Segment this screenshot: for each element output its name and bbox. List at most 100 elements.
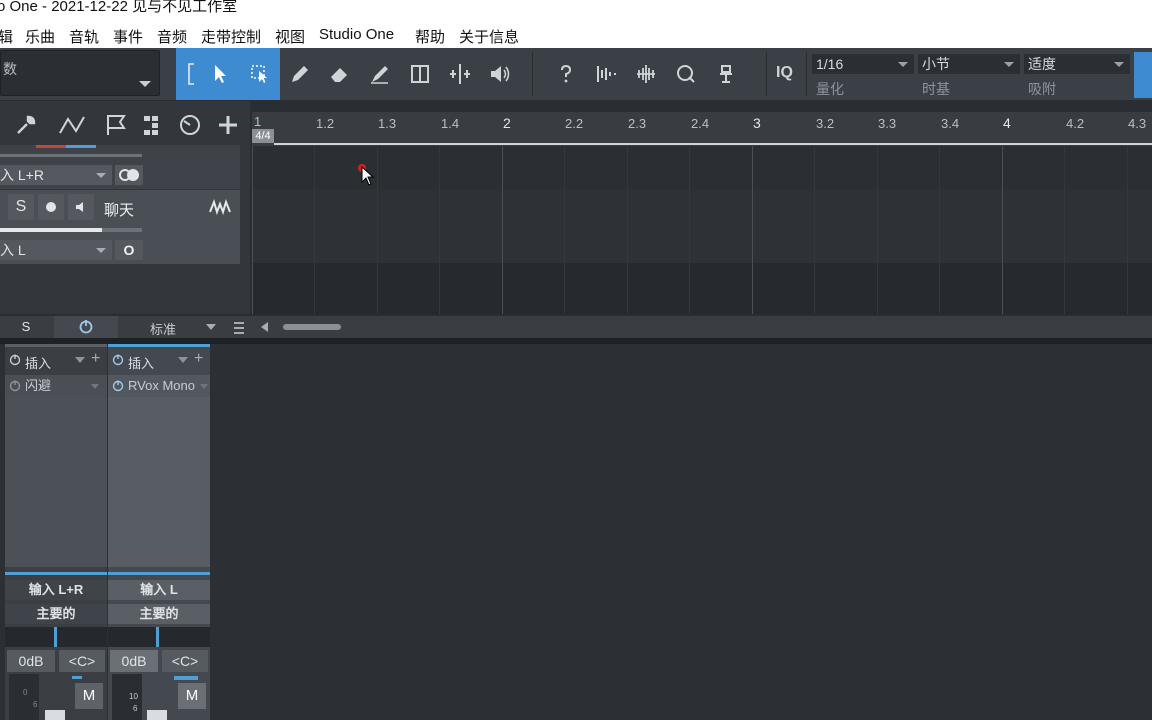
wrench-icon[interactable] <box>14 113 38 142</box>
track-2-input[interactable]: 入 L <box>0 240 112 260</box>
power-icon[interactable] <box>9 380 21 392</box>
link-icon[interactable] <box>115 165 143 185</box>
solo-button[interactable]: S <box>8 194 34 220</box>
ruler-tick: 3.3 <box>878 116 897 131</box>
track-2[interactable]: S 聊天 入 L O <box>0 190 240 264</box>
menu-about[interactable]: 关于信息 <box>459 26 519 47</box>
chevron-down-icon[interactable] <box>200 384 208 389</box>
menu-help[interactable]: 帮助 <box>415 26 445 47</box>
bend-tool-icon[interactable] <box>444 58 476 90</box>
quantize-icon[interactable] <box>670 58 702 90</box>
chevron-down-icon[interactable] <box>178 357 188 363</box>
mono-button[interactable]: O <box>115 240 143 260</box>
range-tool-icon[interactable] <box>244 58 276 90</box>
volume-slider[interactable] <box>0 154 142 157</box>
view-mode[interactable]: 标准 <box>150 319 176 338</box>
menu-audio[interactable]: 音频 <box>157 26 187 47</box>
chevron-down-icon[interactable] <box>139 81 151 87</box>
insert-slot[interactable]: RVox Mono <box>108 375 210 397</box>
volume-fader[interactable] <box>147 710 167 720</box>
insert-label[interactable]: 插入 <box>128 353 154 372</box>
track-lane-2[interactable] <box>252 189 1152 263</box>
automation-icon[interactable] <box>58 113 88 142</box>
add-insert-icon[interactable]: + <box>194 350 203 368</box>
menu-studio-one[interactable]: Studio One <box>319 26 394 43</box>
power-icon[interactable] <box>112 380 124 392</box>
pan-slider[interactable] <box>5 627 107 647</box>
paint-tool-icon[interactable] <box>364 58 396 90</box>
time-signature[interactable]: 4/4 <box>252 129 274 143</box>
pan-readout[interactable]: <C> <box>59 650 105 672</box>
insert-area[interactable] <box>5 397 107 567</box>
power-button[interactable] <box>54 316 118 338</box>
insert-area[interactable] <box>108 397 210 567</box>
menu-view[interactable]: 视图 <box>275 26 305 47</box>
chevron-down-icon[interactable] <box>75 357 85 363</box>
timebase-dropdown[interactable]: 小节 <box>918 54 1020 74</box>
eraser-icon[interactable] <box>324 58 356 90</box>
list-icon[interactable] <box>234 321 244 339</box>
insert-label[interactable]: 插入 <box>25 353 51 372</box>
track-2-name[interactable]: 聊天 <box>104 199 134 220</box>
menu-edit[interactable]: 辑 <box>0 26 13 47</box>
chevron-down-icon[interactable] <box>206 324 216 330</box>
pan-slider[interactable] <box>108 627 210 647</box>
help-icon[interactable] <box>550 58 582 90</box>
snap-toggle-button[interactable] <box>1134 52 1152 98</box>
arrow-tool-icon[interactable] <box>204 58 236 90</box>
power-icon[interactable] <box>9 354 21 366</box>
mute-button[interactable]: M <box>75 683 103 709</box>
insert-slot[interactable]: 闪避 <box>5 375 107 397</box>
power-icon[interactable] <box>112 354 124 366</box>
menu-song[interactable]: 乐曲 <box>25 26 55 47</box>
channel-input[interactable]: 输入 L <box>108 580 210 600</box>
quantize-dropdown[interactable]: 1/16 <box>812 54 914 74</box>
mixer-channel-2[interactable]: 插入 + RVox Mono 输入 L 主要的 0dB <C> 10 6 M <box>108 344 210 720</box>
audio-split-icon[interactable] <box>630 58 662 90</box>
grid-line <box>877 146 878 314</box>
chevron-down-icon[interactable] <box>91 384 99 389</box>
volume-slider[interactable] <box>0 228 102 232</box>
listen-icon[interactable] <box>710 58 742 90</box>
channel-input[interactable]: 输入 L+R <box>5 580 107 600</box>
chevron-down-icon <box>898 62 908 67</box>
snap-value: 适度 <box>1028 56 1056 72</box>
channel-output[interactable]: 主要的 <box>108 604 210 624</box>
horizontal-scrollbar[interactable] <box>283 324 341 330</box>
track-lane-1[interactable] <box>252 146 1152 189</box>
preset-box[interactable]: 数 <box>0 50 160 96</box>
speaker-icon[interactable] <box>484 58 516 90</box>
divider <box>806 52 807 96</box>
audio-bend-icon[interactable] <box>590 58 622 90</box>
ruler-tick: 1.2 <box>316 116 335 131</box>
arrange-view[interactable] <box>252 146 1152 314</box>
volume-readout[interactable]: 0dB <box>110 650 158 672</box>
channel-output[interactable]: 主要的 <box>5 604 107 624</box>
empty-lane[interactable] <box>252 263 1152 314</box>
menu-transport[interactable]: 走带控制 <box>201 26 261 47</box>
pan-readout[interactable]: <C> <box>162 650 208 672</box>
split-tool-icon[interactable] <box>404 58 436 90</box>
add-insert-icon[interactable]: + <box>91 350 100 368</box>
volume-fader[interactable] <box>45 710 65 720</box>
menu-event[interactable]: 事件 <box>113 26 143 47</box>
mute-button[interactable]: M <box>178 683 206 709</box>
track-1[interactable]: 入 L+R <box>0 145 240 189</box>
timeline-ruler[interactable]: 1 1.2 1.3 1.4 2 2.2 2.3 2.4 3 3.2 3.3 3.… <box>252 112 1152 146</box>
track-header-panel: 入 L+R S 聊天 入 L O <box>0 101 250 314</box>
iq-label[interactable]: IQ <box>776 64 793 82</box>
flag-icon[interactable] <box>104 113 128 142</box>
add-track-icon[interactable] <box>216 113 240 142</box>
record-arm-button[interactable] <box>38 194 64 220</box>
scroll-left-icon[interactable] <box>261 322 268 332</box>
mixer-channel-1[interactable]: 插入 + 闪避 输入 L+R 主要的 0dB <C> 0 6 M <box>5 344 107 720</box>
grid-icon[interactable] <box>142 113 166 142</box>
monitor-button[interactable] <box>68 194 94 220</box>
volume-readout[interactable]: 0dB <box>7 650 55 672</box>
menu-track[interactable]: 音轨 <box>69 26 99 47</box>
clock-icon[interactable] <box>178 113 202 142</box>
solo-status[interactable]: S <box>0 316 52 338</box>
track-1-input[interactable]: 入 L+R <box>0 165 112 185</box>
snap-dropdown[interactable]: 适度 <box>1024 54 1130 74</box>
pencil-icon[interactable] <box>284 58 316 90</box>
